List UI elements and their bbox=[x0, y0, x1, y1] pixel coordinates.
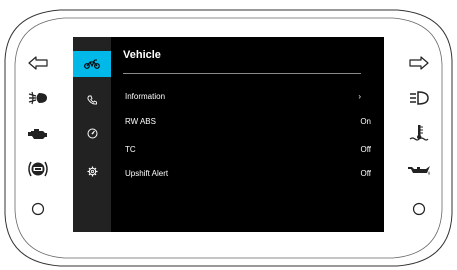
menu-item-label: Information bbox=[125, 92, 166, 101]
tft-screen: Vehicle Information › RW ABS On TC Off U… bbox=[73, 37, 384, 232]
main-panel: Vehicle Information › RW ABS On TC Off U… bbox=[111, 37, 384, 232]
fog-light-icon bbox=[27, 90, 49, 106]
menu-item-label: Upshift Alert bbox=[125, 169, 169, 178]
oil-pressure-icon bbox=[406, 162, 432, 178]
page-title: Vehicle bbox=[123, 49, 161, 61]
phone-icon bbox=[87, 95, 97, 105]
chevron-right-icon: › bbox=[358, 92, 361, 101]
title-divider bbox=[123, 73, 361, 74]
sidebar-item-gauge[interactable] bbox=[73, 120, 111, 146]
sidebar bbox=[73, 37, 111, 232]
menu-item-value: Off bbox=[360, 145, 371, 154]
menu-item-value: Off bbox=[360, 169, 371, 178]
dashboard-display: Vehicle Information › RW ABS On TC Off U… bbox=[0, 0, 457, 270]
sidebar-item-vehicle[interactable] bbox=[73, 51, 111, 77]
circle-button-icon[interactable] bbox=[28, 199, 48, 219]
menu-item-label: TC bbox=[125, 145, 136, 154]
motorcycle-icon bbox=[84, 59, 100, 69]
menu-item-rw-abs[interactable]: RW ABS On bbox=[125, 117, 379, 131]
high-beam-icon bbox=[408, 90, 430, 106]
turn-left-icon bbox=[27, 55, 49, 71]
menu-item-information[interactable]: Information › bbox=[125, 92, 379, 106]
gear-icon bbox=[87, 166, 98, 177]
sidebar-item-settings[interactable] bbox=[73, 158, 111, 184]
menu-item-value: On bbox=[360, 117, 371, 126]
gauge-icon bbox=[87, 128, 98, 139]
engine-check-icon bbox=[27, 125, 49, 141]
coolant-temp-icon bbox=[408, 123, 430, 143]
circle-button-icon[interactable] bbox=[409, 199, 429, 219]
sidebar-item-phone[interactable] bbox=[73, 87, 111, 113]
turn-right-icon bbox=[408, 55, 430, 71]
menu-item-tc[interactable]: TC Off bbox=[125, 145, 379, 159]
menu-item-upshift-alert[interactable]: Upshift Alert Off bbox=[125, 169, 379, 183]
menu-item-label: RW ABS bbox=[125, 117, 156, 126]
brake-warning-icon bbox=[27, 160, 49, 178]
